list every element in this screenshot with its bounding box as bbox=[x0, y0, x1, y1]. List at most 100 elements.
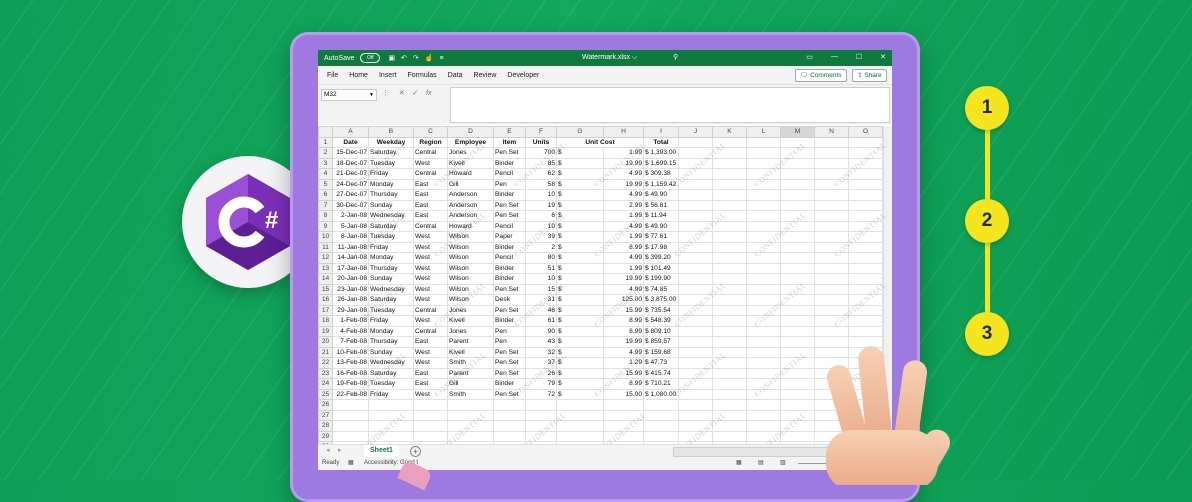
tab-data[interactable]: Data bbox=[448, 72, 463, 79]
empty-cell[interactable] bbox=[493, 399, 526, 411]
empty-cell[interactable] bbox=[332, 409, 369, 421]
data-cell[interactable]: 62 bbox=[525, 168, 557, 180]
data-cell[interactable]: 8-Jan-08 bbox=[332, 231, 369, 243]
data-cell[interactable]: $ bbox=[556, 252, 604, 264]
data-cell[interactable]: West bbox=[413, 346, 448, 358]
data-cell[interactable]: Anderson bbox=[447, 189, 494, 201]
column-header[interactable]: C bbox=[413, 126, 448, 138]
data-cell[interactable]: 24-Dec-07 bbox=[332, 178, 369, 190]
data-cell[interactable]: 21-Dec-07 bbox=[332, 168, 369, 180]
empty-cell[interactable] bbox=[780, 168, 815, 180]
empty-cell[interactable] bbox=[746, 346, 781, 358]
data-cell[interactable]: Kivell bbox=[447, 315, 494, 327]
empty-cell[interactable] bbox=[814, 262, 849, 274]
data-cell[interactable]: Wilson bbox=[447, 231, 494, 243]
normal-view-icon[interactable]: ▦ bbox=[736, 459, 742, 466]
empty-cell[interactable] bbox=[780, 409, 815, 421]
empty-cell[interactable] bbox=[746, 199, 781, 211]
empty-cell[interactable] bbox=[413, 409, 448, 421]
header-cell[interactable]: Unit Cost bbox=[556, 136, 644, 148]
empty-cell[interactable] bbox=[780, 357, 815, 369]
empty-cell[interactable] bbox=[678, 346, 713, 358]
empty-cell[interactable] bbox=[493, 430, 526, 442]
empty-cell[interactable] bbox=[848, 294, 883, 306]
empty-cell[interactable] bbox=[603, 399, 644, 411]
empty-cell[interactable] bbox=[746, 189, 781, 201]
empty-cell[interactable] bbox=[678, 304, 713, 316]
data-cell[interactable]: Pen Set bbox=[493, 388, 526, 400]
undo-icon[interactable]: ↶ bbox=[401, 54, 407, 62]
minimize-icon[interactable]: — bbox=[831, 53, 838, 61]
data-cell[interactable]: West bbox=[413, 262, 448, 274]
data-cell[interactable]: 8.99 bbox=[603, 378, 644, 390]
data-cell[interactable]: $ 56.81 bbox=[643, 199, 679, 211]
empty-cell[interactable] bbox=[678, 336, 713, 348]
data-cell[interactable]: Monday bbox=[368, 178, 414, 190]
empty-cell[interactable] bbox=[678, 325, 713, 337]
data-cell[interactable]: Wilson bbox=[447, 262, 494, 274]
data-cell[interactable]: Pen bbox=[493, 336, 526, 348]
data-cell[interactable]: 1.99 bbox=[603, 231, 644, 243]
data-cell[interactable]: 1.29 bbox=[603, 357, 644, 369]
empty-cell[interactable] bbox=[603, 409, 644, 421]
formula-input[interactable] bbox=[450, 87, 890, 123]
data-cell[interactable]: $ 399.20 bbox=[643, 252, 679, 264]
data-cell[interactable]: 2.99 bbox=[603, 199, 644, 211]
data-cell[interactable]: Binder bbox=[493, 273, 526, 285]
data-cell[interactable]: 26-Jan-08 bbox=[332, 294, 369, 306]
empty-cell[interactable] bbox=[447, 430, 494, 442]
empty-cell[interactable] bbox=[678, 199, 713, 211]
data-cell[interactable]: Monday bbox=[368, 325, 414, 337]
empty-cell[interactable] bbox=[678, 294, 713, 306]
data-cell[interactable]: $ 1,080.00 bbox=[643, 388, 679, 400]
column-header[interactable]: N bbox=[814, 126, 849, 138]
data-cell[interactable]: $ 49.90 bbox=[643, 220, 679, 232]
data-cell[interactable]: Binder bbox=[493, 262, 526, 274]
data-cell[interactable]: Gill bbox=[447, 178, 494, 190]
row-header[interactable]: 21 bbox=[318, 346, 333, 358]
empty-cell[interactable] bbox=[712, 388, 747, 400]
empty-cell[interactable] bbox=[712, 136, 747, 148]
column-header[interactable]: M bbox=[780, 126, 815, 138]
data-cell[interactable]: Saturday bbox=[368, 220, 414, 232]
data-cell[interactable]: West bbox=[413, 157, 448, 169]
header-cell[interactable]: Date bbox=[332, 136, 369, 148]
empty-cell[interactable] bbox=[678, 378, 713, 390]
empty-cell[interactable] bbox=[848, 273, 883, 285]
data-cell[interactable]: East bbox=[413, 178, 448, 190]
touch-mode-icon[interactable]: ☝ bbox=[425, 54, 434, 62]
data-cell[interactable]: East bbox=[413, 189, 448, 201]
data-cell[interactable]: Wednesday bbox=[368, 357, 414, 369]
data-cell[interactable]: 61 bbox=[525, 315, 557, 327]
data-cell[interactable]: $ bbox=[556, 378, 604, 390]
empty-cell[interactable] bbox=[368, 409, 414, 421]
data-cell[interactable]: Sunday bbox=[368, 273, 414, 285]
empty-cell[interactable] bbox=[814, 304, 849, 316]
data-cell[interactable]: Jones bbox=[447, 304, 494, 316]
empty-cell[interactable] bbox=[712, 346, 747, 358]
row-header[interactable]: 3 bbox=[318, 157, 333, 169]
save-icon[interactable]: ▣ bbox=[388, 54, 395, 62]
data-cell[interactable]: $ bbox=[556, 346, 604, 358]
row-header[interactable]: 12 bbox=[318, 252, 333, 264]
header-cell[interactable]: Item bbox=[493, 136, 526, 148]
row-header[interactable]: 29 bbox=[318, 430, 333, 442]
empty-cell[interactable] bbox=[712, 304, 747, 316]
data-cell[interactable]: Central bbox=[413, 147, 448, 159]
data-cell[interactable]: East bbox=[413, 378, 448, 390]
data-cell[interactable]: $ 415.74 bbox=[643, 367, 679, 379]
comments-button[interactable]: 🗨 Comments bbox=[795, 69, 847, 82]
row-header[interactable]: 19 bbox=[318, 325, 333, 337]
data-cell[interactable]: $ 1,393.00 bbox=[643, 147, 679, 159]
empty-cell[interactable] bbox=[712, 399, 747, 411]
empty-cell[interactable] bbox=[712, 231, 747, 243]
row-header[interactable]: 27 bbox=[318, 409, 333, 421]
empty-cell[interactable] bbox=[643, 430, 679, 442]
data-cell[interactable]: $ 77.61 bbox=[643, 231, 679, 243]
data-cell[interactable]: $ 548.39 bbox=[643, 315, 679, 327]
empty-cell[interactable] bbox=[643, 409, 679, 421]
empty-cell[interactable] bbox=[848, 189, 883, 201]
close-icon[interactable]: ✕ bbox=[880, 53, 886, 61]
empty-cell[interactable] bbox=[746, 157, 781, 169]
empty-cell[interactable] bbox=[848, 147, 883, 159]
